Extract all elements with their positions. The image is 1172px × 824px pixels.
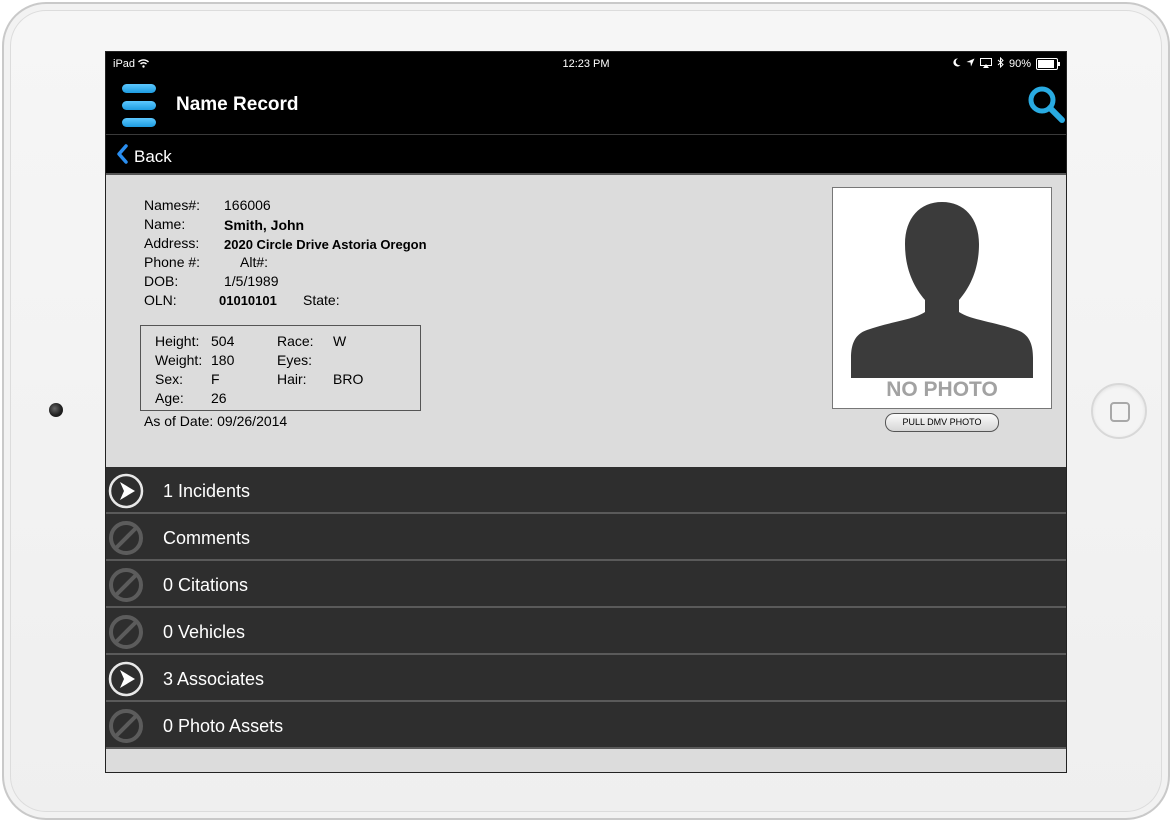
names-label: Names#: <box>144 197 201 213</box>
alt-label: Alt#: <box>240 254 269 270</box>
hair-label: Hair: <box>277 371 307 387</box>
app-screen: iPad 12:23 PM 90% Name Record Back Names… <box>105 51 1067 773</box>
section-label: 0 Vehicles <box>163 622 246 642</box>
search-icon[interactable] <box>1026 84 1066 124</box>
physical-description-box: Height: 504 Weight: 180 Sex: F Age: 26 R… <box>140 325 421 411</box>
dob-label: DOB: <box>144 273 179 289</box>
back-button[interactable]: Back <box>116 144 172 169</box>
location-arrow-icon <box>966 58 975 70</box>
phone-label: Phone #: <box>144 254 201 270</box>
weight-label: Weight: <box>155 352 203 368</box>
moon-icon <box>953 58 961 70</box>
weight-value: 180 <box>211 352 235 368</box>
sex-label: Sex: <box>155 371 184 387</box>
age-value: 26 <box>211 390 227 406</box>
race-label: Race: <box>277 333 314 349</box>
status-bar: iPad 12:23 PM 90% <box>106 52 1066 76</box>
address-label: Address: <box>144 235 200 251</box>
as-of-date: As of Date: 09/26/2014 <box>144 413 288 429</box>
address-value: 2020 Circle Drive Astoria Oregon <box>224 237 427 252</box>
section-row[interactable]: 1 Incidents <box>106 467 1066 514</box>
hamburger-menu-icon[interactable] <box>122 84 158 128</box>
camera-lens <box>49 403 63 417</box>
section-label: 0 Photo Assets <box>163 716 284 736</box>
chevron-right-circle-icon <box>108 661 144 697</box>
section-list: 1 Incidents Comments 0 Citations 0 Vehicles… <box>106 467 1066 749</box>
section-label: 1 Incidents <box>163 481 251 501</box>
eyes-label: Eyes: <box>277 352 313 368</box>
section-row[interactable]: 3 Associates <box>106 655 1066 702</box>
battery-percent: 90% <box>1008 58 1031 70</box>
photo-frame: NO PHOTO <box>832 187 1052 409</box>
state-label: State: <box>303 292 340 308</box>
height-value: 504 <box>211 333 235 349</box>
oln-label: OLN: <box>144 292 177 308</box>
race-value: W <box>333 333 347 349</box>
name-value: Smith, John <box>224 217 305 233</box>
bluetooth-icon <box>997 56 1004 71</box>
section-row[interactable]: 0 Citations <box>106 561 1066 608</box>
disabled-circle-icon <box>108 567 144 603</box>
height-label: Height: <box>155 333 200 349</box>
pull-dmv-photo-button[interactable]: PULL DMV PHOTO <box>885 413 999 432</box>
names-value: 166006 <box>224 197 271 213</box>
hair-value: BRO <box>333 371 364 387</box>
status-time: 12:23 PM <box>562 58 610 70</box>
battery-icon <box>1036 58 1060 70</box>
disabled-circle-icon <box>108 708 144 744</box>
back-bar: Back <box>106 135 1066 175</box>
section-row[interactable]: 0 Vehicles <box>106 608 1066 655</box>
airplay-icon <box>979 57 992 71</box>
oln-value: 01010101 <box>219 293 277 308</box>
no-photo-label: NO PHOTO <box>886 378 998 401</box>
footer-strip <box>106 749 1066 772</box>
section-row[interactable]: 0 Photo Assets <box>106 702 1066 749</box>
section-label: Comments <box>163 528 251 548</box>
status-right: 90% <box>953 56 1060 71</box>
back-label: Back <box>134 146 172 166</box>
sex-value: F <box>211 371 220 387</box>
section-label: 0 Citations <box>163 575 249 595</box>
person-silhouette-icon <box>851 202 1033 378</box>
section-row[interactable]: Comments <box>106 514 1066 561</box>
chevron-left-icon <box>116 144 128 169</box>
section-label: 3 Associates <box>163 669 265 689</box>
age-label: Age: <box>155 390 184 406</box>
disabled-circle-icon <box>108 614 144 650</box>
page-title: Name Record <box>176 94 299 115</box>
home-button[interactable] <box>1091 383 1147 439</box>
dob-value: 1/5/1989 <box>224 273 279 289</box>
name-label: Name: <box>144 216 186 232</box>
disabled-circle-icon <box>108 520 144 556</box>
chevron-right-circle-icon <box>108 473 144 509</box>
nav-bar: Name Record <box>106 76 1066 135</box>
